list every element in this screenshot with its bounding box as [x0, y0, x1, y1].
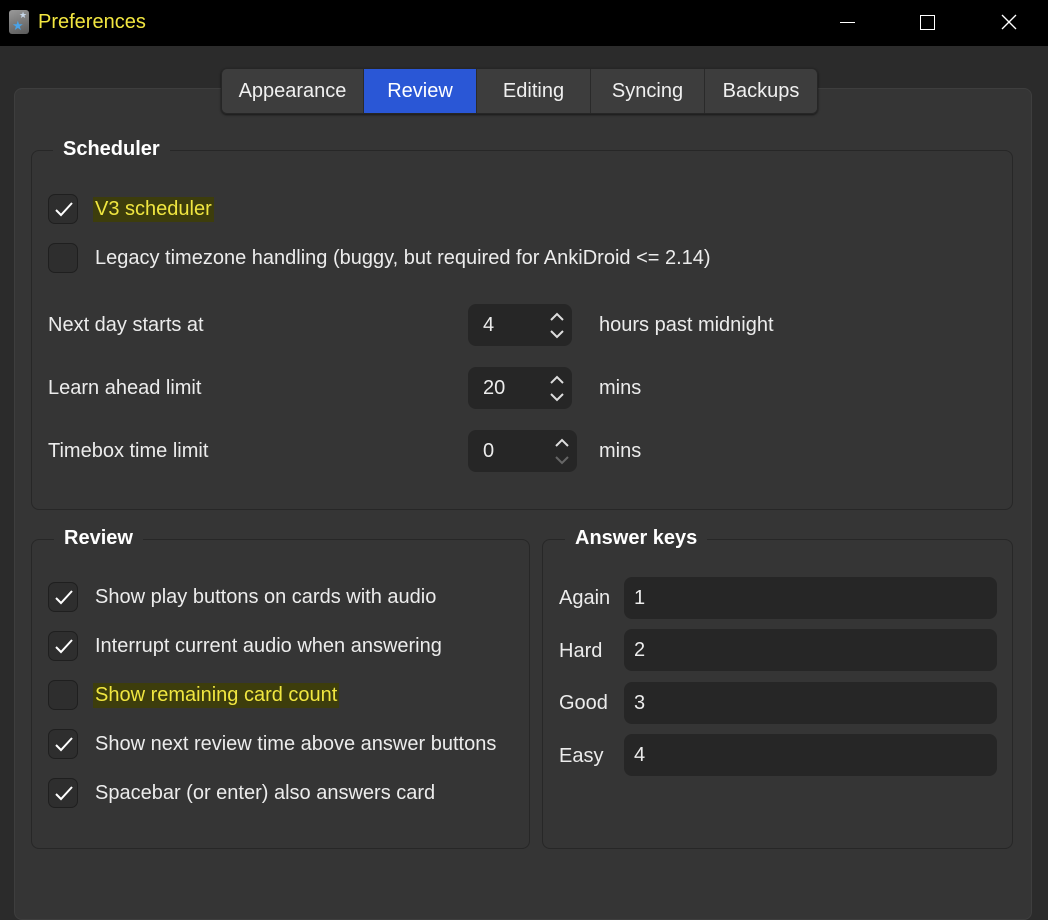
next-day-starts-spinbox[interactable]: 4	[468, 304, 572, 346]
minimize-icon	[840, 22, 855, 23]
learn-ahead-value[interactable]: 20	[483, 377, 505, 400]
next-day-starts-label: Next day starts at	[48, 314, 204, 336]
learn-ahead-spinbox[interactable]: 20	[468, 367, 572, 409]
review-option-checkbox[interactable]	[48, 582, 78, 612]
hard-key-label: Hard	[559, 640, 603, 662]
good-key-input[interactable]: 3	[624, 682, 997, 724]
checkmark-icon	[55, 639, 73, 654]
chevron-up-icon[interactable]	[555, 438, 569, 448]
v3-scheduler-option[interactable]: V3 scheduler	[48, 193, 214, 225]
maximize-icon	[920, 15, 935, 30]
checkmark-icon	[55, 786, 73, 801]
hard-key-value: 2	[634, 639, 646, 661]
review-option-label: Interrupt current audio when answering	[95, 634, 442, 657]
again-key-label: Again	[559, 587, 611, 609]
easy-key-value: 4	[634, 744, 646, 766]
review-option[interactable]: Interrupt current audio when answering	[48, 630, 444, 662]
review-option-label: Show next review time above answer butto…	[95, 732, 497, 755]
chevron-down-icon	[555, 456, 569, 465]
chevron-up-icon[interactable]	[550, 312, 564, 322]
review-option-label: Show play buttons on cards with audio	[95, 585, 437, 608]
tab-bar: Appearance Review Editing Syncing Backup…	[221, 68, 818, 114]
review-group: Review Show play buttons on cards with a…	[31, 524, 530, 849]
chevron-down-icon[interactable]	[550, 392, 564, 402]
scheduler-group: Scheduler V3 scheduler Legacy timezone h…	[31, 135, 1013, 510]
next-day-starts-value[interactable]: 4	[483, 314, 494, 337]
easy-key-label: Easy	[559, 745, 604, 767]
again-key-input[interactable]: 1	[624, 577, 997, 619]
review-option-checkbox[interactable]	[48, 778, 78, 808]
close-button[interactable]	[980, 0, 1040, 46]
answer-keys-group: Answer keys Again 1 Hard 2 Good 3 Easy 4	[542, 524, 1013, 849]
legacy-timezone-label: Legacy timezone handling (buggy, but req…	[95, 246, 711, 269]
tab-editing[interactable]: Editing	[477, 69, 591, 113]
minimize-button[interactable]	[818, 0, 878, 46]
timebox-spinbox[interactable]: 0	[468, 430, 577, 472]
checkmark-icon	[55, 737, 73, 752]
easy-key-input[interactable]: 4	[624, 734, 997, 776]
anki-app-icon: ★ ★	[9, 10, 29, 34]
chevron-up-icon[interactable]	[550, 375, 564, 385]
tab-backups[interactable]: Backups	[705, 69, 817, 113]
learn-ahead-unit: mins	[599, 377, 642, 399]
title-bar: ★ ★ Preferences	[0, 0, 1048, 46]
review-option-label: Spacebar (or enter) also answers card	[95, 781, 436, 804]
legacy-timezone-checkbox[interactable]	[48, 243, 78, 273]
v3-scheduler-checkbox[interactable]	[48, 194, 78, 224]
tab-review[interactable]: Review	[364, 69, 477, 113]
window-title: Preferences	[38, 11, 146, 33]
tab-syncing[interactable]: Syncing	[591, 69, 705, 113]
checkmark-icon	[55, 590, 73, 605]
checkmark-icon	[55, 202, 73, 217]
scheduler-group-title: Scheduler	[53, 135, 170, 163]
tab-appearance[interactable]: Appearance	[222, 69, 364, 113]
review-option-checkbox[interactable]	[48, 680, 78, 710]
hard-key-input[interactable]: 2	[624, 629, 997, 671]
timebox-unit: mins	[599, 440, 642, 462]
good-key-label: Good	[559, 692, 608, 714]
review-option-checkbox[interactable]	[48, 631, 78, 661]
answer-keys-group-title: Answer keys	[565, 524, 708, 552]
learn-ahead-label: Learn ahead limit	[48, 377, 202, 399]
review-option[interactable]: Show next review time above answer butto…	[48, 728, 498, 760]
close-icon	[1001, 14, 1017, 30]
again-key-value: 1	[634, 587, 646, 609]
timebox-value[interactable]: 0	[483, 440, 494, 463]
chevron-down-icon[interactable]	[550, 329, 564, 339]
review-option-label: Show remaining card count	[93, 682, 340, 708]
maximize-button[interactable]	[898, 0, 958, 46]
review-group-title: Review	[54, 524, 143, 552]
review-option[interactable]: Spacebar (or enter) also answers card	[48, 777, 437, 809]
review-option-checkbox[interactable]	[48, 729, 78, 759]
next-day-starts-unit: hours past midnight	[599, 314, 774, 336]
review-option[interactable]: Show remaining card count	[48, 679, 340, 711]
timebox-label: Timebox time limit	[48, 440, 209, 462]
review-option[interactable]: Show play buttons on cards with audio	[48, 581, 438, 613]
good-key-value: 3	[634, 692, 646, 714]
v3-scheduler-label: V3 scheduler	[93, 196, 214, 222]
legacy-timezone-option[interactable]: Legacy timezone handling (buggy, but req…	[48, 242, 713, 274]
